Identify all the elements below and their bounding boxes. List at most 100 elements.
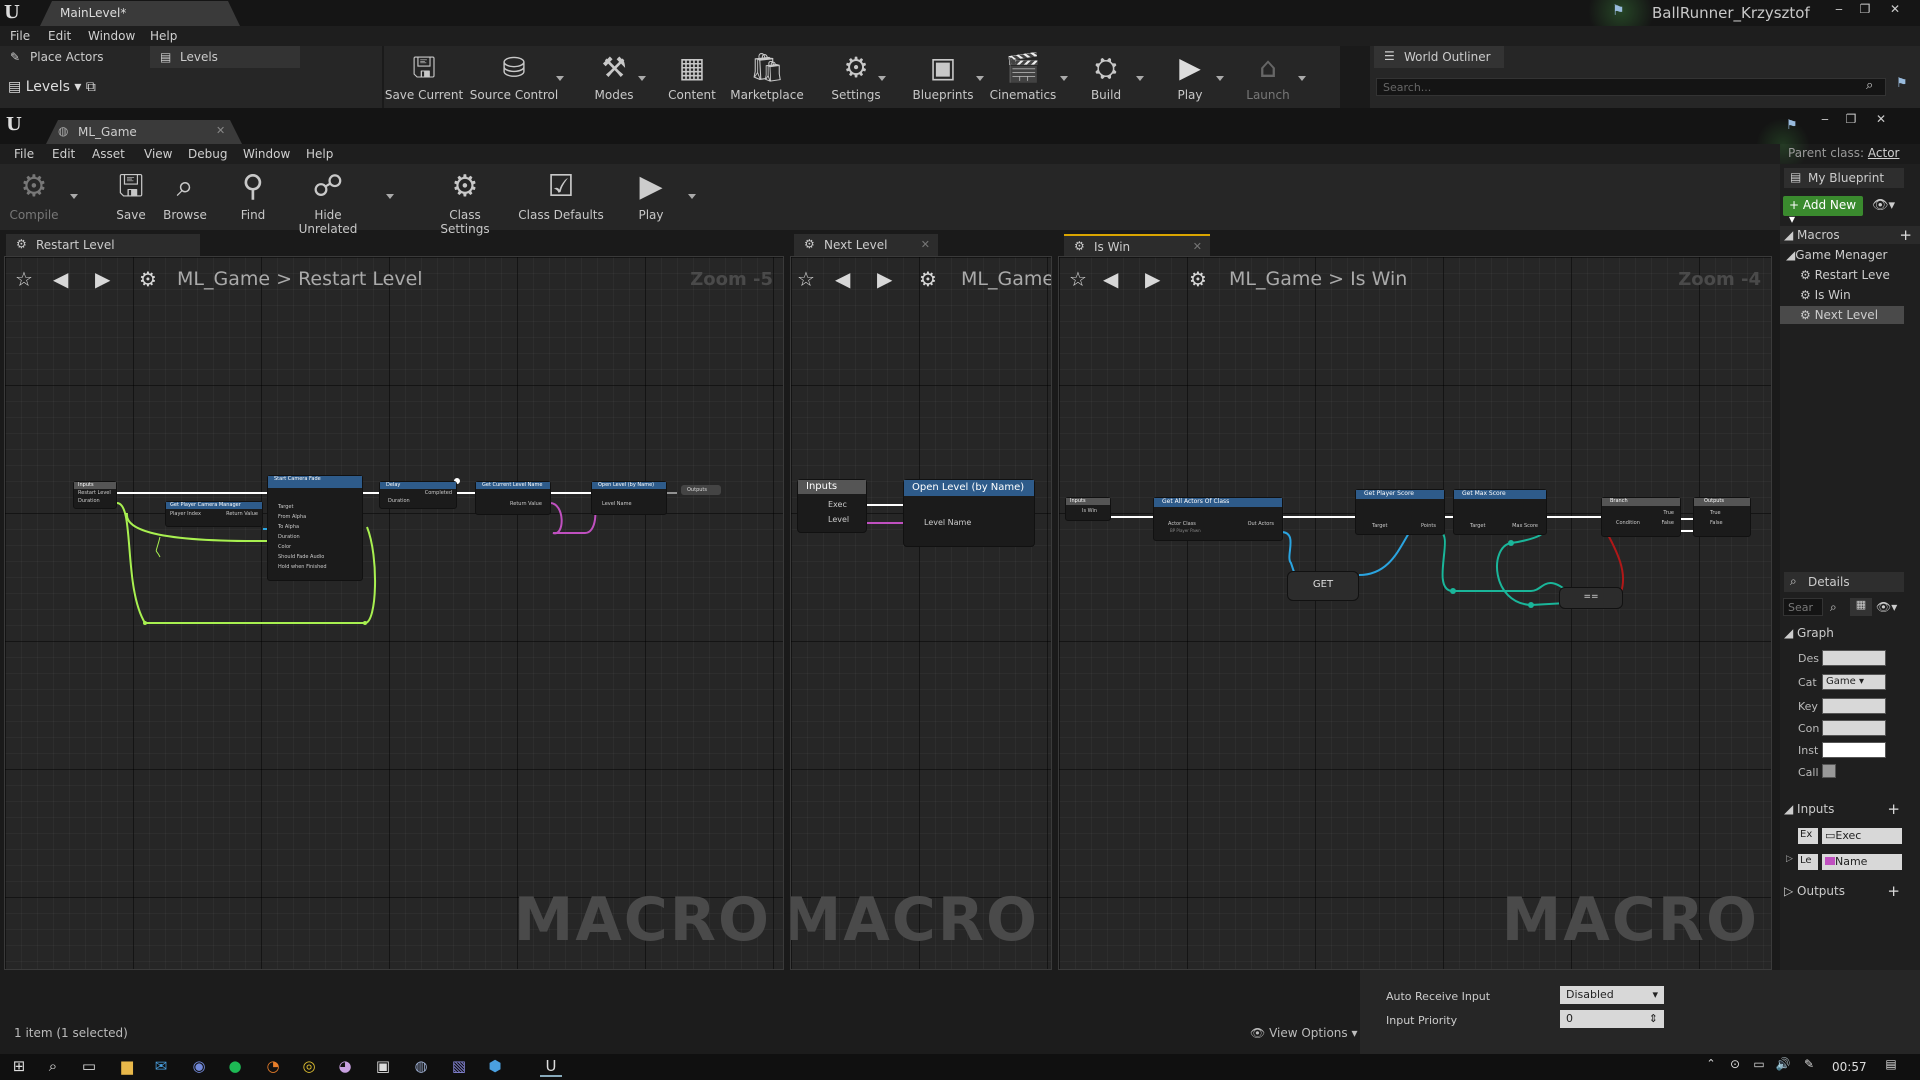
menu-edit[interactable]: Edit xyxy=(48,29,71,43)
blueprints-dropdown-icon[interactable] xyxy=(976,76,984,82)
modes-dropdown-icon[interactable] xyxy=(638,76,646,82)
chrome-icon[interactable]: ◎ xyxy=(298,1057,320,1077)
menu-help[interactable]: Help xyxy=(150,29,177,43)
menu-file[interactable]: File xyxy=(10,29,30,43)
tab-restart-level[interactable]: ⚙ Restart Level xyxy=(6,234,200,256)
launch-dropdown-icon[interactable] xyxy=(1298,76,1306,82)
graph-canvas[interactable] xyxy=(791,257,1052,970)
tab-world-outliner[interactable]: ☰ World Outliner xyxy=(1374,46,1504,68)
graph-pane-next-level[interactable]: ☆ ◀ ▶ ⚙ ML_Game Inputs Exec Level Open L… xyxy=(790,256,1052,970)
graph-header[interactable]: ◢ Graph xyxy=(1780,624,1920,642)
input-priority-field[interactable]: 0 ⇕ xyxy=(1560,1010,1664,1028)
settings-dropdown-icon[interactable] xyxy=(878,76,886,82)
inputs-header[interactable]: ◢ Inputs + xyxy=(1780,800,1920,818)
play-button[interactable]: ▶ Play xyxy=(1166,50,1214,106)
menu-file[interactable]: File xyxy=(14,147,34,161)
graph-canvas[interactable] xyxy=(1059,257,1772,970)
tray-chevron-icon[interactable]: ⌃ xyxy=(1700,1057,1722,1077)
menu-help[interactable]: Help xyxy=(306,147,333,161)
network-icon[interactable]: ▭ xyxy=(1748,1057,1770,1077)
blender-icon[interactable]: ◔ xyxy=(262,1057,284,1077)
add-input-icon[interactable]: + xyxy=(1887,800,1900,818)
editor-document-tab[interactable]: MainLevel* xyxy=(40,1,240,26)
task-view-icon[interactable]: ▭ xyxy=(78,1057,100,1077)
unreal-editor-taskbar-icon[interactable]: U xyxy=(540,1057,562,1077)
graph-node[interactable]: Get Player Camera Manager Player Index R… xyxy=(165,501,263,527)
notifications-icon[interactable]: ▤ xyxy=(1880,1057,1902,1077)
input-type-exec[interactable]: ▭Exec xyxy=(1822,828,1902,844)
menu-asset[interactable]: Asset xyxy=(92,147,125,161)
menu-edit[interactable]: Edit xyxy=(52,147,75,161)
macro-group[interactable]: ◢Game Menager xyxy=(1780,246,1904,264)
user-name[interactable]: BallRunner_Krzysztof xyxy=(1652,4,1810,22)
graph-node[interactable]: Inputs Restart Level Duration xyxy=(73,481,117,509)
menu-view[interactable]: View xyxy=(144,147,172,161)
menu-debug[interactable]: Debug xyxy=(188,147,227,161)
graph-node[interactable]: Get Max Score Target Max Score xyxy=(1453,489,1547,535)
wire-reroute-node[interactable] xyxy=(1508,540,1514,546)
mail-icon[interactable]: ✉ xyxy=(150,1057,172,1077)
close-tab-icon[interactable]: ✕ xyxy=(216,124,225,137)
maps-icon[interactable]: ⬢ xyxy=(484,1057,506,1077)
hide-unrelated-button[interactable]: ☍ Hide Unrelated xyxy=(286,168,370,236)
macro-item-is-win[interactable]: ⚙ Is Win xyxy=(1780,286,1904,304)
equals-node[interactable]: == xyxy=(1559,587,1623,609)
discord-icon[interactable]: ◉ xyxy=(188,1057,210,1077)
graph-canvas[interactable] xyxy=(5,257,784,970)
macro-item-restart-level[interactable]: ⚙ Restart Leve xyxy=(1780,266,1904,284)
expand-arrow-icon[interactable]: ▷ xyxy=(1786,854,1793,864)
app-icon[interactable]: ◕ xyxy=(334,1057,356,1077)
view-options-button[interactable]: 👁 View Options ▾ xyxy=(1250,1026,1358,1040)
save-button[interactable]: 🖫 Save xyxy=(108,168,154,228)
auto-receive-input-dropdown[interactable]: Disabled ▾ xyxy=(1560,986,1664,1004)
source-control-button[interactable]: ⛁ Source Control xyxy=(468,50,560,106)
levels-dropdown[interactable]: ▤ Levels ▾ ⧉ xyxy=(8,79,158,101)
pycharm-icon[interactable]: ▣ xyxy=(372,1057,394,1077)
tray-app-icon[interactable]: ⊙ xyxy=(1724,1057,1746,1077)
graph-node[interactable]: Get All Actors Of Class Actor Class Out A… xyxy=(1153,497,1283,541)
compile-button[interactable]: ⚙ Compile xyxy=(6,168,62,228)
flag-icon[interactable]: ⚑ xyxy=(1612,3,1634,21)
macros-header[interactable]: ◢ Macros + xyxy=(1780,226,1920,244)
windows-start-icon[interactable]: ⊞ xyxy=(8,1057,30,1077)
input-type-name[interactable]: Name xyxy=(1822,854,1902,870)
cinematics-button[interactable]: 🎬 Cinematics xyxy=(988,50,1058,106)
outliner-search-input[interactable]: Search... xyxy=(1376,78,1886,96)
close-tab-icon[interactable]: ✕ xyxy=(1193,240,1202,253)
class-settings-button[interactable]: ⚙ Class Settings xyxy=(424,168,506,236)
close-tab-icon[interactable]: ✕ xyxy=(921,238,930,251)
marketplace-button[interactable]: 🛍 Marketplace xyxy=(724,50,810,106)
graph-node[interactable]: Open Level (by Name) Level Name xyxy=(903,479,1035,547)
menu-window[interactable]: Window xyxy=(243,147,290,161)
input-name-field[interactable]: Ex xyxy=(1798,828,1818,844)
play-button[interactable]: ▶ Play xyxy=(628,168,674,228)
search-icon[interactable]: ⌕ xyxy=(42,1057,64,1077)
minimize-icon[interactable]: ‒ xyxy=(1828,2,1850,18)
play-dropdown-icon[interactable] xyxy=(1216,76,1224,82)
pen-icon[interactable]: ✎ xyxy=(1798,1057,1820,1077)
find-button[interactable]: ⚲ Find xyxy=(228,168,278,228)
spotify-icon[interactable]: ● xyxy=(224,1057,246,1077)
tab-my-blueprint[interactable]: ▤ My Blueprint xyxy=(1784,168,1904,188)
graph-node[interactable]: Open Level (by Name) Level Name xyxy=(591,481,667,515)
get-array-node[interactable]: GET xyxy=(1287,571,1359,601)
graph-node[interactable]: Inputs Is Win xyxy=(1065,497,1111,521)
blueprints-button[interactable]: ▣ Blueprints xyxy=(906,50,980,106)
eye-icon[interactable]: 👁▾ xyxy=(1876,600,1897,614)
macro-item-next-level[interactable]: ⚙ Next Level xyxy=(1780,306,1904,324)
graph-node[interactable]: Start Camera Fade Target From Alpha To A… xyxy=(267,475,363,581)
cinematics-dropdown-icon[interactable] xyxy=(1060,76,1068,82)
tab-is-win[interactable]: ⚙ Is Win ✕ xyxy=(1064,234,1210,256)
prop-call-checkbox[interactable] xyxy=(1822,764,1836,778)
graph-node[interactable]: Get Player Score Target Points xyxy=(1355,489,1445,535)
prop-category-dropdown[interactable]: Game ▾ xyxy=(1822,674,1886,690)
restore-icon[interactable]: ❐ xyxy=(1840,112,1862,128)
graph-node[interactable]: Outputs True False xyxy=(1693,497,1751,537)
restore-icon[interactable]: ❐ xyxy=(1854,2,1876,18)
add-macro-icon[interactable]: + xyxy=(1899,226,1912,244)
source-control-dropdown-icon[interactable] xyxy=(556,76,564,82)
build-dropdown-icon[interactable] xyxy=(1136,76,1144,82)
modes-button[interactable]: ⚒ Modes xyxy=(584,50,644,106)
tab-details[interactable]: ⌕ Details xyxy=(1784,572,1904,592)
wire-reroute-node[interactable] xyxy=(1450,588,1456,594)
